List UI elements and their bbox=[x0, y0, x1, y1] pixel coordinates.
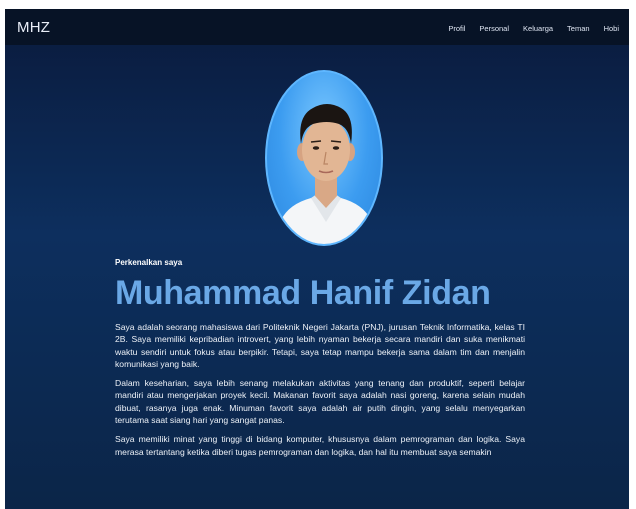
intro-greeting: Perkenalkan saya bbox=[115, 258, 183, 267]
nav-item-personal: Personal bbox=[479, 18, 509, 36]
intro-paragraph-1: Saya adalah seorang mahasiswa dari Polit… bbox=[115, 322, 525, 369]
nav-item-hobi: Hobi bbox=[604, 18, 619, 36]
browser-viewport: MHZ Profil Personal Keluarga Teman Hobi bbox=[5, 9, 629, 509]
nav-item-profil: Profil bbox=[448, 18, 465, 36]
intro-paragraph-3: Saya memiliki minat yang tinggi di bidan… bbox=[115, 434, 525, 457]
nav-link-profil[interactable]: Profil bbox=[448, 24, 465, 33]
hero-section: Perkenalkan saya Muhammad Hanif Zidan Sa… bbox=[5, 45, 629, 509]
nav-link-hobi[interactable]: Hobi bbox=[604, 24, 619, 33]
nav-menu: Profil Personal Keluarga Teman Hobi bbox=[448, 18, 619, 36]
intro-paragraph-2: Dalam keseharian, saya lebih senang mela… bbox=[115, 378, 525, 426]
brand-logo[interactable]: MHZ bbox=[17, 19, 50, 36]
nav-link-personal[interactable]: Personal bbox=[479, 24, 509, 33]
nav-link-teman[interactable]: Teman bbox=[567, 24, 590, 33]
nav-item-teman: Teman bbox=[567, 18, 590, 36]
profile-photo bbox=[265, 70, 383, 246]
profile-name-heading: Muhammad Hanif Zidan bbox=[115, 274, 491, 312]
person-portrait-icon bbox=[277, 104, 375, 244]
nav-link-keluarga[interactable]: Keluarga bbox=[523, 24, 553, 33]
navbar: MHZ Profil Personal Keluarga Teman Hobi bbox=[5, 9, 629, 45]
intro-content: Perkenalkan saya Muhammad Hanif Zidan Sa… bbox=[115, 258, 525, 465]
nav-item-keluarga: Keluarga bbox=[523, 18, 553, 36]
